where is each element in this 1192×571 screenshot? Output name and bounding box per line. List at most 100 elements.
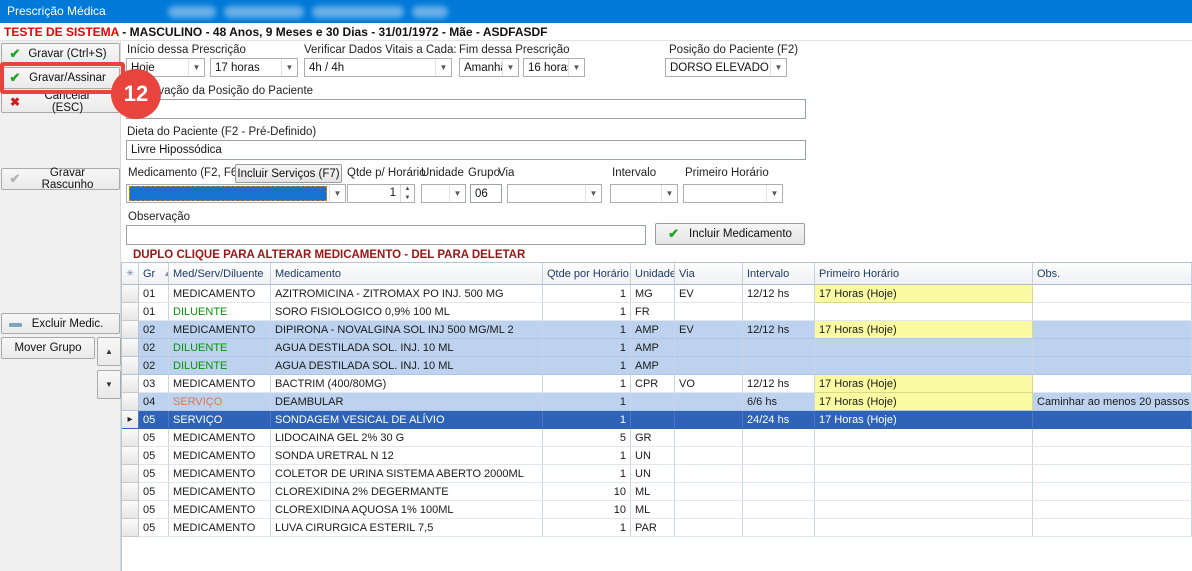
table-row[interactable]: 05MEDICAMENTOCLOREXIDINA 2% DEGERMANTE10…: [122, 483, 1192, 501]
row-indicator: [122, 447, 139, 465]
cell-gr: 01: [139, 285, 169, 303]
gravar-assinar-button[interactable]: ✔ Gravar/Assinar: [1, 67, 120, 89]
cell-via: EV: [675, 285, 743, 303]
cell-via: [675, 519, 743, 537]
column-header-obs[interactable]: Obs.: [1033, 263, 1192, 285]
chevron-down-icon: ▼: [568, 59, 584, 76]
cell-unidade: GR: [631, 429, 675, 447]
stepper-arrows[interactable]: ▲▼: [400, 185, 414, 202]
table-row[interactable]: 05MEDICAMENTOSONDA URETRAL N 121UN: [122, 447, 1192, 465]
cell-via: [675, 447, 743, 465]
fim-hora-combo[interactable]: 16 horas ▼: [523, 58, 585, 77]
dieta-input[interactable]: [126, 140, 806, 160]
excluir-medic-button[interactable]: Excluir Medic.: [1, 313, 120, 334]
qtde-stepper[interactable]: 1 ▲▼: [347, 184, 415, 203]
cell-medicamento: LUVA CIRURGICA ESTERIL 7,5: [271, 519, 543, 537]
obs-posicao-input[interactable]: [126, 99, 806, 119]
cell-gr: 02: [139, 357, 169, 375]
table-body: 01MEDICAMENTOAZITROMICINA - ZITROMAX PO …: [122, 285, 1192, 537]
arrow-up-icon: ▲: [401, 185, 414, 194]
move-down-button[interactable]: ▼: [97, 370, 121, 399]
cell-tipo: DILUENTE: [169, 357, 271, 375]
table-row[interactable]: 01MEDICAMENTOAZITROMICINA - ZITROMAX PO …: [122, 285, 1192, 303]
row-indicator: [122, 465, 139, 483]
cell-obs: Caminhar ao menos 20 passos: [1033, 393, 1192, 411]
column-header-medicamento[interactable]: Medicamento: [271, 263, 543, 285]
fim-dia-combo[interactable]: Amanhã ▼: [459, 58, 519, 77]
table-row[interactable]: 05MEDICAMENTOLUVA CIRURGICA ESTERIL 7,51…: [122, 519, 1192, 537]
posicao-value: DORSO ELEVADO 30 G: [666, 62, 770, 74]
medicamento-combo[interactable]: ▼: [126, 184, 346, 203]
cell-obs: [1033, 411, 1192, 429]
chevron-down-icon: ▼: [770, 59, 786, 76]
column-header-unidade[interactable]: Unidade: [631, 263, 675, 285]
redacted-title-text: [412, 6, 448, 18]
gravar-rascunho-button[interactable]: ✔ Gravar Rascunho: [1, 168, 120, 190]
table-row[interactable]: 05MEDICAMENTOCOLETOR DE URINA SISTEMA AB…: [122, 465, 1192, 483]
incluir-medicamento-button[interactable]: ✔ Incluir Medicamento: [655, 223, 805, 245]
cell-primeiro-horario: [815, 483, 1033, 501]
cancelar-button[interactable]: ✖ Cancelar (ESC): [1, 91, 120, 113]
indicator-header[interactable]: ✳: [122, 263, 139, 285]
table-row[interactable]: 02DILUENTEAGUA DESTILADA SOL. INJ. 10 ML…: [122, 339, 1192, 357]
cell-tipo: MEDICAMENTO: [169, 321, 271, 339]
table-row[interactable]: 02DILUENTEAGUA DESTILADA SOL. INJ. 10 ML…: [122, 357, 1192, 375]
cell-via: [675, 501, 743, 519]
cell-gr: 02: [139, 339, 169, 357]
intervalo-combo[interactable]: ▼: [610, 184, 678, 203]
column-header-primeiro[interactable]: Primeiro Horário: [815, 263, 1033, 285]
cell-qtde: 5: [543, 429, 631, 447]
mover-grupo-button[interactable]: Mover Grupo: [1, 337, 95, 359]
cell-tipo: MEDICAMENTO: [169, 285, 271, 303]
cell-unidade: [631, 393, 675, 411]
cell-primeiro-horario: 17 Horas (Hoje): [815, 375, 1033, 393]
cell-obs: [1033, 483, 1192, 501]
primeiro-horario-combo[interactable]: ▼: [683, 184, 783, 203]
cell-obs: [1033, 447, 1192, 465]
via-combo[interactable]: ▼: [507, 184, 602, 203]
fim-hora-value: 16 horas: [524, 62, 568, 74]
x-icon: ✖: [2, 95, 28, 109]
sidebar: ✔ Gravar (Ctrl+S) ✔ Gravar/Assinar ✖ Can…: [0, 41, 121, 571]
column-header-intervalo[interactable]: Intervalo: [743, 263, 815, 285]
vitais-combo[interactable]: 4h / 4h ▼: [304, 58, 452, 77]
prescription-form: Início dessa Prescrição Hoje ▼ 17 horas …: [121, 41, 1192, 262]
inicio-hora-combo[interactable]: 17 horas ▼: [210, 58, 298, 77]
incluir-servicos-button[interactable]: Incluir Serviços (F7): [235, 164, 342, 183]
table-row[interactable]: ▸05SERVIÇOSONDAGEM VESICAL DE ALÍVIO124/…: [122, 411, 1192, 429]
table-row[interactable]: 02MEDICAMENTODIPIRONA - NOVALGINA SOL IN…: [122, 321, 1192, 339]
cell-unidade: MG: [631, 285, 675, 303]
column-header-gr[interactable]: Gr▲: [139, 263, 169, 285]
observacao-input[interactable]: [126, 225, 646, 245]
chevron-down-icon: ▼: [449, 185, 465, 202]
cell-primeiro-horario: [815, 303, 1033, 321]
posicao-combo[interactable]: DORSO ELEVADO 30 G ▼: [665, 58, 787, 77]
cell-tipo: MEDICAMENTO: [169, 519, 271, 537]
column-header-qtde[interactable]: Qtde por Horário: [543, 263, 631, 285]
column-label: Primeiro Horário: [819, 268, 899, 280]
inicio-hora-value: 17 horas: [211, 62, 281, 74]
incluir-servicos-label: Incluir Serviços (F7): [237, 168, 339, 180]
cell-primeiro-horario: 17 Horas (Hoje): [815, 393, 1033, 411]
cell-tipo: DILUENTE: [169, 303, 271, 321]
row-indicator: [122, 393, 139, 411]
table-row[interactable]: 05MEDICAMENTOCLOREXIDINA AQUOSA 1% 100ML…: [122, 501, 1192, 519]
unidade-combo[interactable]: ▼: [421, 184, 466, 203]
column-header-tipo[interactable]: Med/Serv/Diluente: [169, 263, 271, 285]
move-up-button[interactable]: ▲: [97, 337, 121, 366]
table-row[interactable]: 01DILUENTESORO FISIOLOGICO 0,9% 100 ML1F…: [122, 303, 1192, 321]
cell-obs: [1033, 285, 1192, 303]
grupo-input[interactable]: [470, 184, 502, 203]
cell-intervalo: 6/6 hs: [743, 393, 815, 411]
column-header-via[interactable]: Via: [675, 263, 743, 285]
cell-obs: [1033, 519, 1192, 537]
table-row[interactable]: 03MEDICAMENTOBACTRIM (400/80MG)1CPRVO12/…: [122, 375, 1192, 393]
table-row[interactable]: 05MEDICAMENTOLIDOCAINA GEL 2% 30 G5GR: [122, 429, 1192, 447]
gravar-button[interactable]: ✔ Gravar (Ctrl+S): [1, 43, 120, 65]
column-label: Gr: [143, 268, 155, 280]
cell-qtde: 1: [543, 519, 631, 537]
arrow-up-icon: ▲: [105, 347, 113, 356]
cell-via: [675, 393, 743, 411]
vitais-value: 4h / 4h: [305, 62, 435, 74]
table-row[interactable]: 04SERVIÇODEAMBULAR16/6 hs17 Horas (Hoje)…: [122, 393, 1192, 411]
